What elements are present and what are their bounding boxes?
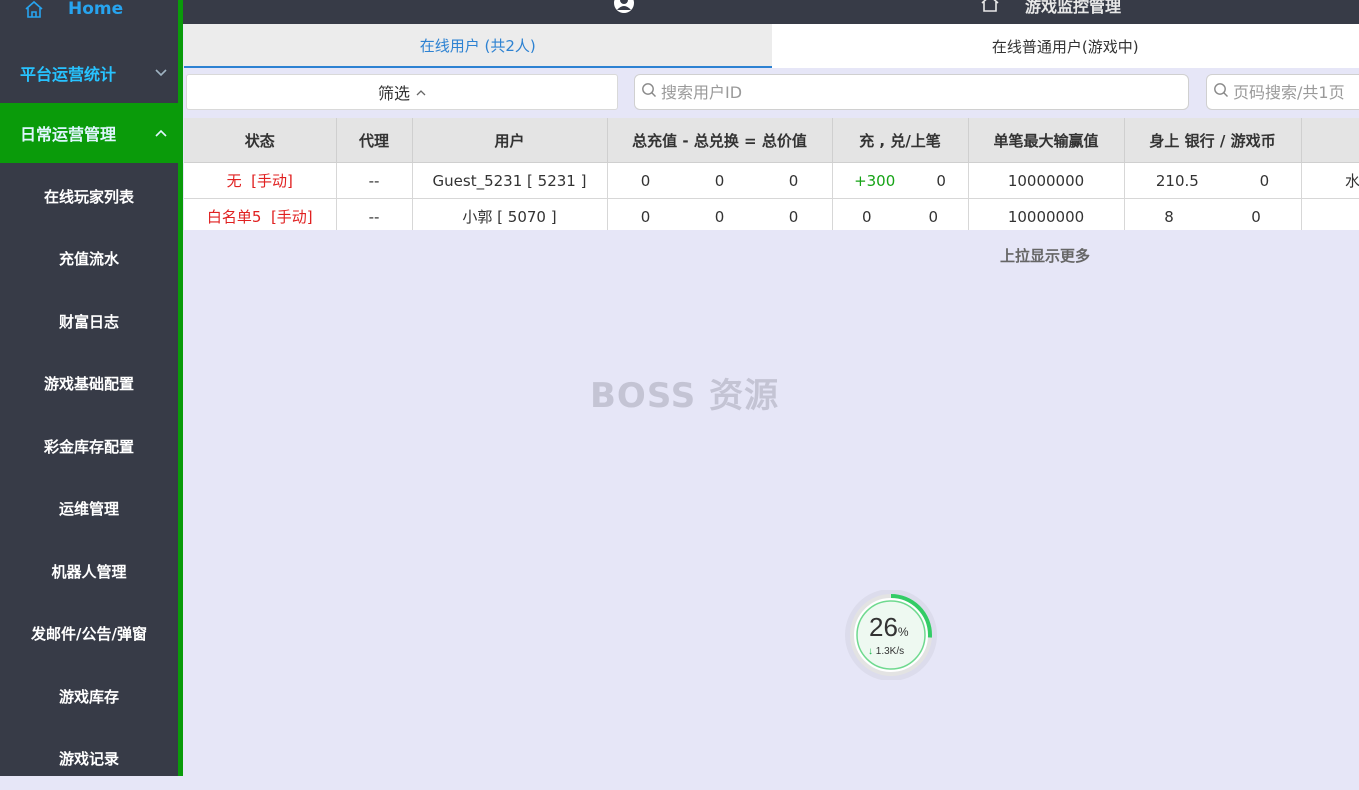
progress-percent-value: 26 [869, 612, 898, 642]
filter-bar: 筛选 [184, 68, 1359, 118]
last-cell: +300 0 [832, 163, 968, 199]
progress-percent: 26% [869, 612, 909, 643]
top-header: 游戏监控管理 [183, 0, 1359, 24]
sidebar-item-game-config[interactable]: 游戏基础配置 [0, 353, 178, 416]
user-id-search-input[interactable] [659, 82, 1188, 103]
status-cell: 白名单5 [手动] [184, 199, 336, 231]
sidebar-item-recharge-flow[interactable]: 充值流水 [0, 228, 178, 291]
download-speed-value: 1.3K/s [876, 646, 904, 657]
bank-balance: 0 [1251, 208, 1261, 226]
last-cell: 00 [832, 199, 968, 231]
column-header-max-win[interactable]: 单笔最大输赢值 [968, 118, 1124, 163]
filter-label: 筛选 [378, 80, 410, 104]
user-circle-icon[interactable] [613, 0, 635, 18]
status-tag[interactable]: [手动] [271, 208, 313, 226]
sidebar-item-game-records[interactable]: 游戏记录 [0, 728, 178, 790]
progress-percent-sign: % [898, 625, 909, 639]
table-header-row: 状态 代理 用户 总充值 - 总兑换 = 总价值 充 , 兑/上笔 单笔最大输赢… [184, 118, 1359, 163]
game-cell: 游 [1301, 199, 1359, 231]
column-header-agent[interactable]: 代理 [336, 118, 412, 163]
agent-cell: -- [336, 199, 412, 231]
status-value: 白名单5 [207, 208, 262, 226]
sidebar-group-label: 日常运营管理 [20, 121, 116, 145]
user-cell[interactable]: 小郭 [ 5070 ] [412, 199, 607, 231]
tab-bar: 在线用户 (共2人) 在线普通用户(游戏中) [184, 24, 1359, 68]
last-recharge: 0 [862, 208, 872, 226]
sidebar-group-daily-ops[interactable]: 日常运营管理 [0, 103, 178, 163]
table-row[interactable]: 白名单5 [手动] -- 小郭 [ 5070 ] 000 00 10000000… [184, 199, 1359, 231]
agent-cell: -- [336, 163, 412, 199]
sidebar-home-label: Home [68, 0, 123, 19]
max-win-cell: 10000000 [968, 163, 1124, 199]
sidebar-item-jackpot-config[interactable]: 彩金库存配置 [0, 415, 178, 478]
total-exchange: 0 [715, 208, 725, 226]
online-users-table: 状态 代理 用户 总充值 - 总兑换 = 总价值 充 , 兑/上笔 单笔最大输赢… [184, 118, 1359, 230]
tab-online-users[interactable]: 在线用户 (共2人) [184, 24, 772, 68]
sidebar-home[interactable]: Home [0, 0, 178, 20]
user-cell[interactable]: Guest_5231 [ 5231 ] [412, 163, 607, 199]
on-body-balance: 210.5 [1156, 172, 1199, 190]
chevron-up-icon [154, 126, 168, 140]
column-header-balance[interactable]: 身上 银行 / 游戏币 [1124, 118, 1301, 163]
page-search-box [1206, 74, 1359, 110]
user-search-box [634, 74, 1189, 110]
sidebar-item-wealth-log[interactable]: 财富日志 [0, 290, 178, 353]
search-icon [1213, 82, 1229, 102]
sidebar-group-platform-stats[interactable]: 平台运营统计 [0, 43, 178, 103]
total-exchange: 0 [715, 172, 725, 190]
load-more-hint: 上拉显示更多 [1000, 245, 1090, 266]
total-recharge: 0 [641, 208, 651, 226]
game-cell: 水果玛 [1301, 163, 1359, 199]
total-value: 0 [789, 172, 799, 190]
totals-cell: 0 0 0 [607, 199, 832, 231]
table-row[interactable]: 无 [手动] -- Guest_5231 [ 5231 ] 0 0 0 +300 0 … [184, 163, 1359, 199]
column-header-user[interactable]: 用户 [412, 118, 607, 163]
status-cell: 无 [手动] [184, 163, 336, 199]
max-win-cell: 10000000 [968, 199, 1124, 231]
status-tag[interactable]: [手动] [251, 172, 293, 190]
sidebar-item-ops-management[interactable]: 运维管理 [0, 478, 178, 541]
balance-cell: 210.50 [1124, 163, 1301, 199]
filter-button[interactable]: 筛选 [186, 74, 618, 110]
page-search-input[interactable] [1231, 82, 1359, 103]
last-exchange: 0 [928, 208, 938, 226]
sidebar-item-online-players[interactable]: 在线玩家列表 [0, 165, 178, 228]
last-recharge: +300 [854, 172, 895, 190]
home-icon[interactable] [980, 0, 1000, 16]
chevron-up-icon [416, 89, 426, 96]
home-icon [24, 0, 46, 19]
column-header-totals[interactable]: 总充值 - 总兑换 = 总价值 [607, 118, 832, 163]
status-value: 无 [227, 172, 242, 190]
column-header-game[interactable] [1301, 118, 1359, 163]
chevron-down-icon [154, 66, 168, 80]
arrow-down-icon: ↓ [868, 646, 873, 657]
search-icon [641, 82, 657, 102]
sidebar: Home 平台运营统计 日常运营管理 在线玩家列表 充值流水 财富日志 游戏基础… [0, 0, 183, 776]
sidebar-item-mail-notice[interactable]: 发邮件/公告/弹窗 [0, 603, 178, 666]
total-value: 0 [789, 208, 799, 226]
tab-online-normal-users[interactable]: 在线普通用户(游戏中) [772, 24, 1359, 68]
download-speed: ↓ 1.3K/s [868, 646, 904, 657]
balance-cell: 80 [1124, 199, 1301, 231]
on-body-balance: 8 [1164, 208, 1174, 226]
total-recharge: 0 [641, 172, 651, 190]
sidebar-item-robot-management[interactable]: 机器人管理 [0, 540, 178, 603]
last-exchange: 0 [936, 172, 946, 190]
totals-cell: 0 0 0 [607, 163, 832, 199]
column-header-last-recharge-exchange[interactable]: 充 , 兑/上笔 [832, 118, 968, 163]
bank-balance: 0 [1260, 172, 1270, 190]
sidebar-item-game-inventory[interactable]: 游戏库存 [0, 665, 178, 728]
column-header-status[interactable]: 状态 [184, 118, 336, 163]
page-title: 游戏监控管理 [1025, 0, 1121, 17]
network-progress-widget: 26% ↓ 1.3K/s [841, 590, 941, 680]
watermark: BOSS 资源 [590, 368, 779, 417]
sidebar-group-label: 平台运营统计 [20, 61, 116, 85]
sidebar-items: 在线玩家列表 充值流水 财富日志 游戏基础配置 彩金库存配置 运维管理 机器人管… [0, 165, 178, 790]
